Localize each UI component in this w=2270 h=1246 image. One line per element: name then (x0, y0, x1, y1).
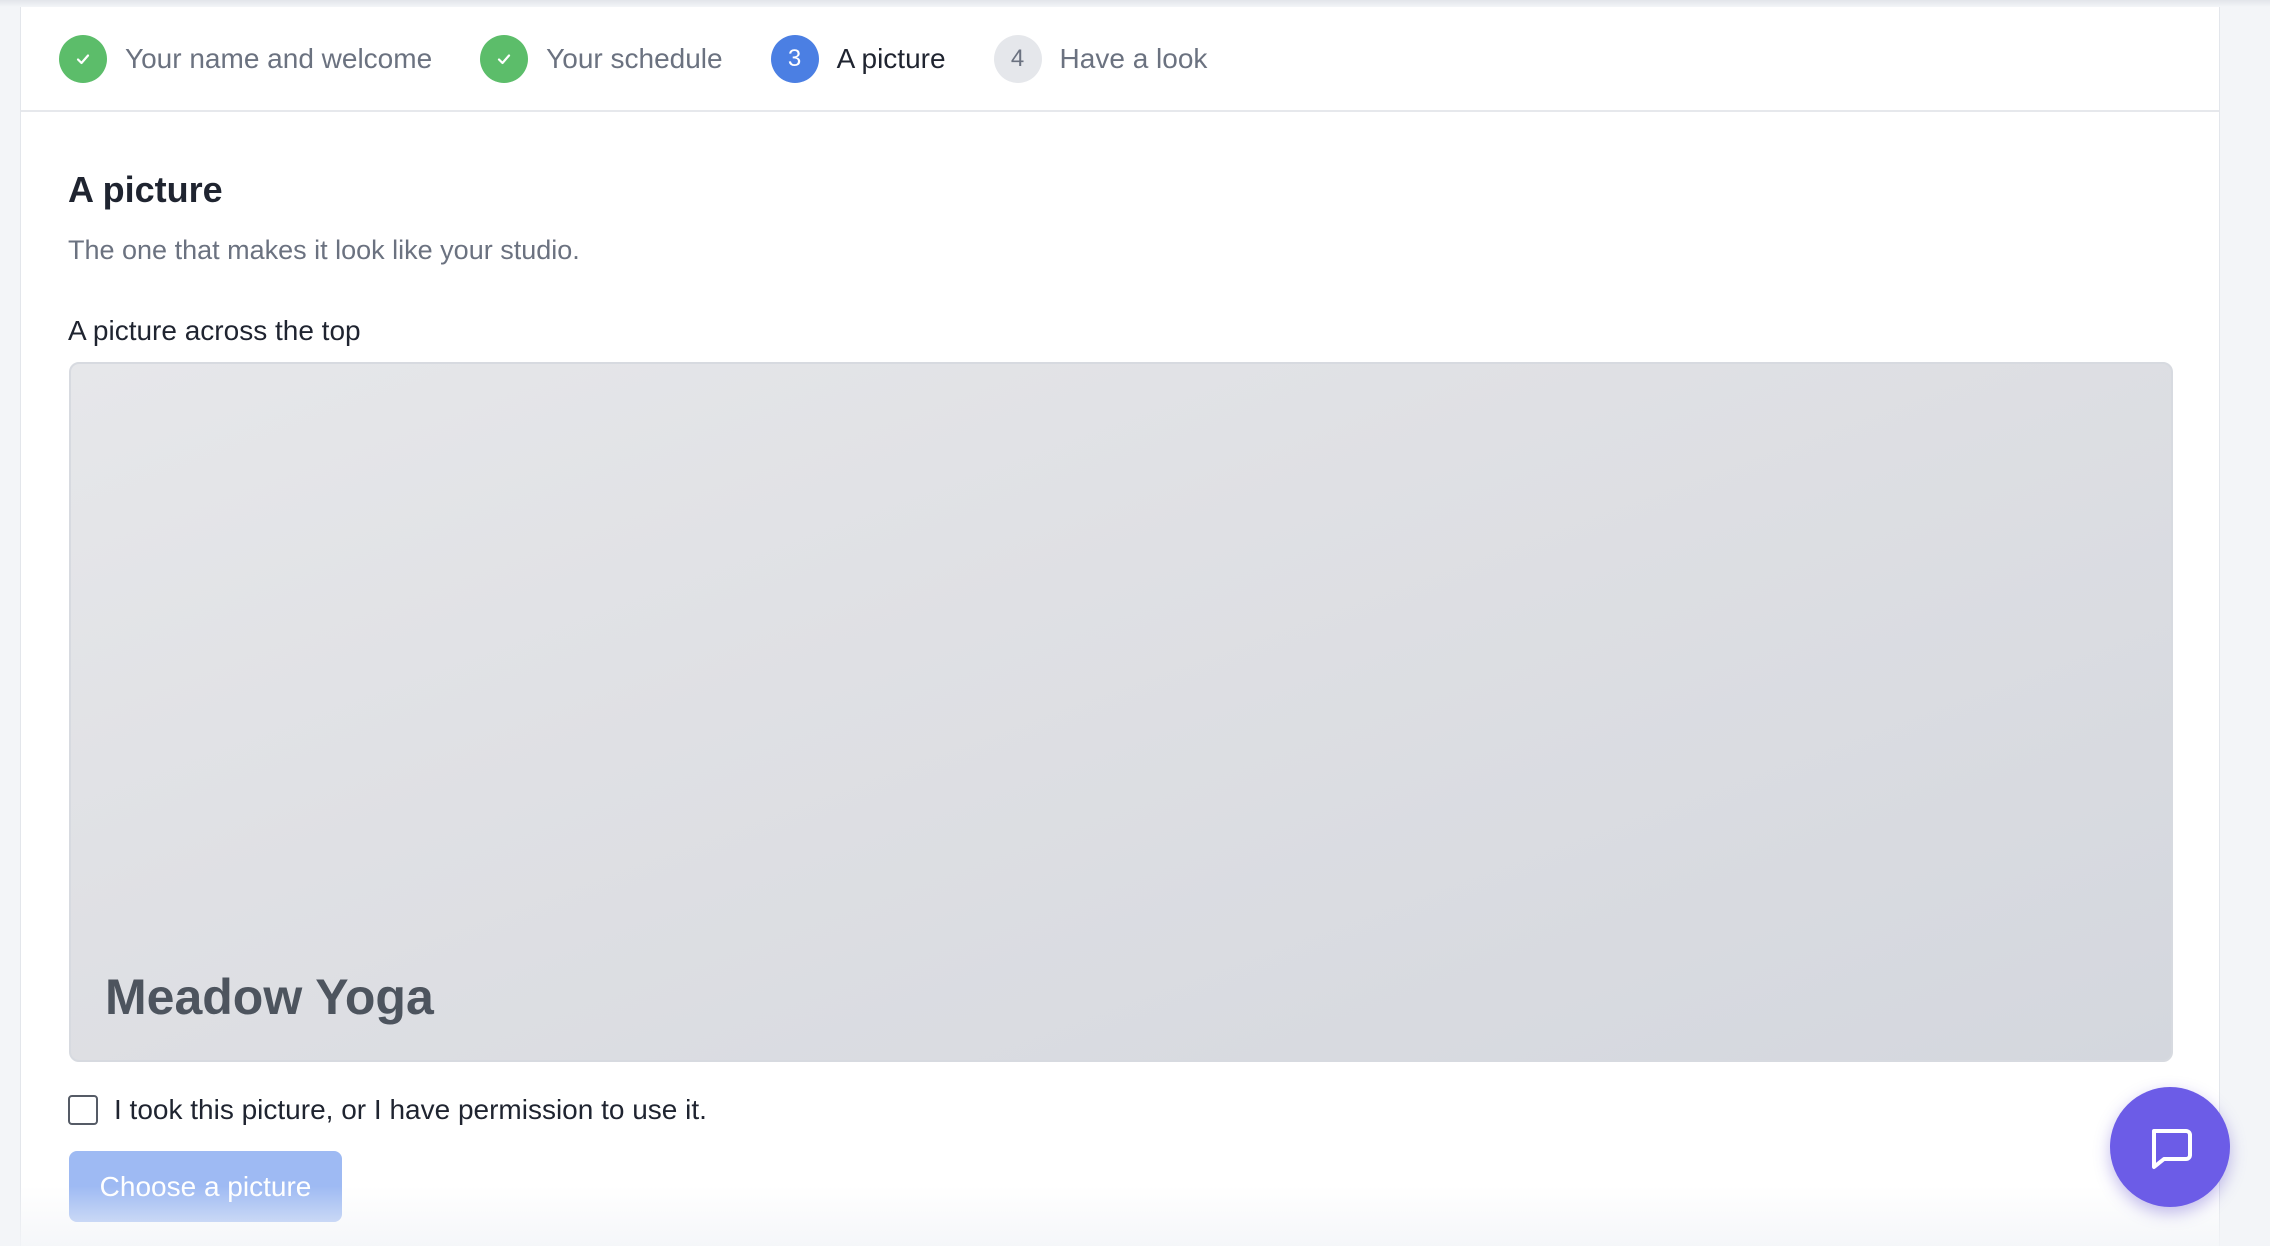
permission-checkbox[interactable] (68, 1095, 98, 1125)
permission-row: I took this picture, or I have permissio… (68, 1094, 707, 1126)
check-icon (76, 53, 90, 64)
step-label: Your name and welcome (125, 42, 433, 74)
step-done-indicator (59, 34, 107, 83)
step-picture[interactable]: 3 A picture (770, 34, 946, 83)
step-label: Have a look (1059, 42, 1208, 74)
banner-studio-name: Meadow Yoga (105, 969, 434, 1025)
page: Your name and welcome Your schedule 3 A … (0, 0, 2270, 1246)
setup-card: Your name and welcome Your schedule 3 A … (20, 7, 2220, 1246)
step-number-badge: 3 (770, 34, 819, 83)
chat-button[interactable] (2110, 1087, 2230, 1207)
section-subtitle: The one that makes it look like your stu… (68, 235, 580, 265)
check-icon (498, 53, 511, 64)
choose-picture-button[interactable]: Choose a picture (69, 1151, 342, 1222)
permission-label[interactable]: I took this picture, or I have permissio… (114, 1094, 707, 1126)
banner-field-label: A picture across the top (68, 315, 361, 346)
step-done-indicator (480, 34, 529, 83)
setup-stepper: Your name and welcome Your schedule 3 A … (21, 7, 2219, 112)
step-have-a-look[interactable]: 4 Have a look (993, 34, 1208, 83)
chat-bubble-icon (2152, 1129, 2192, 1169)
top-edge-shadow (0, 0, 2270, 7)
step-label: A picture (836, 42, 946, 74)
section-title: A picture (68, 169, 223, 210)
banner-preview: Meadow Yoga (69, 362, 2173, 1062)
step-number-badge: 4 (993, 34, 1042, 83)
step-schedule[interactable]: Your schedule (480, 34, 723, 83)
step-name-and-welcome[interactable]: Your name and welcome (59, 34, 433, 83)
step-label: Your schedule (546, 42, 723, 74)
